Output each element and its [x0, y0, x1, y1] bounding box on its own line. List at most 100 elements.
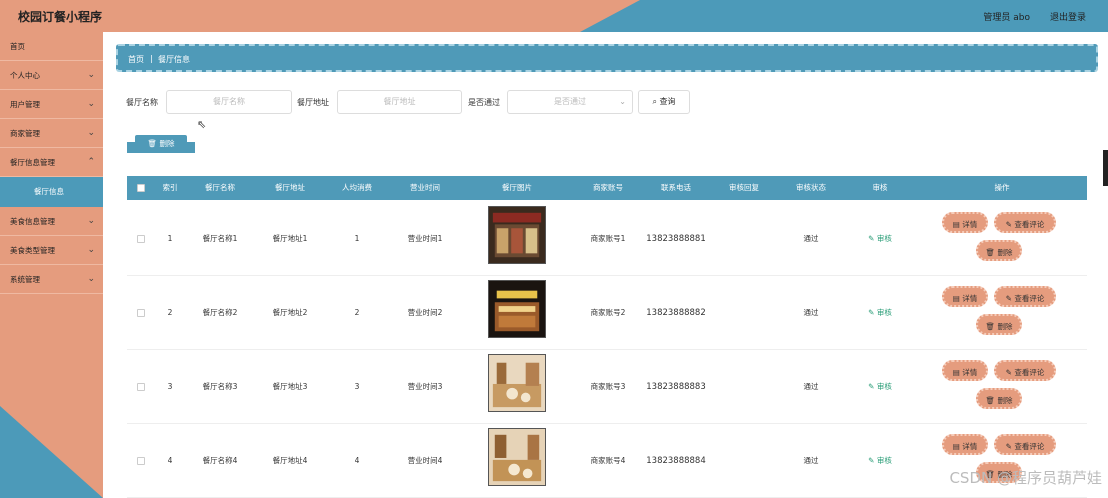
sidebar-item-merchants[interactable]: 商家管理 ⌄ [0, 119, 103, 148]
pass-select-placeholder: 是否通过 [554, 97, 586, 106]
name-search-input[interactable]: 餐厅名称 [166, 90, 292, 114]
row-checkbox[interactable] [137, 235, 145, 243]
detail-button[interactable]: ▤ 详情 [942, 286, 988, 307]
row-delete-button[interactable]: 🗑 删除 [976, 314, 1022, 335]
detail-button[interactable]: ▤ 详情 [942, 360, 988, 381]
sidebar-item-home[interactable]: 首页 [0, 32, 103, 61]
document-icon: ▤ [952, 368, 960, 377]
cell-audit-status: 通过 [803, 234, 819, 243]
cell-audit: ✎ 审核 [843, 350, 917, 424]
row-checkbox[interactable] [137, 457, 145, 465]
trash-icon: 🗑 [147, 139, 158, 148]
select-all-cell [127, 176, 155, 200]
document-icon: ▤ [952, 442, 960, 451]
cell-merchant: 商家账号1 [590, 234, 626, 243]
query-button-label: 查询 [659, 97, 676, 106]
th-avg-spend: 人均消费 [342, 183, 372, 192]
audit-link[interactable]: ✎ 审核 [868, 456, 892, 465]
view-reviews-button[interactable]: ✎ 查看评论 [994, 434, 1056, 455]
row-delete-button[interactable]: 🗑 删除 [976, 240, 1022, 261]
trash-icon: 🗑 [985, 322, 996, 331]
sidebar-item-label: 美食类型管理 [10, 246, 55, 255]
document-icon: ▤ [952, 294, 960, 303]
restaurant-image[interactable] [488, 206, 546, 264]
audit-link[interactable]: ✎ 审核 [868, 382, 892, 391]
restaurant-image[interactable] [488, 428, 546, 486]
view-reviews-button[interactable]: ✎ 查看评论 [994, 286, 1056, 307]
sidebar-subitem-restaurant-info[interactable]: 餐厅信息 [0, 177, 103, 207]
sidebar-decor-corner [0, 406, 103, 498]
detail-button[interactable]: ▤ 详情 [942, 434, 988, 455]
th-audit: 审核 [872, 183, 888, 192]
detail-button[interactable]: ▤ 详情 [942, 212, 988, 233]
table-row: 1 餐厅名称1 餐厅地址1 1 营业时间1 商家账号1 13823888881 通过 ✎ 审核 ▤… [127, 202, 1087, 276]
th-index: 索引 [162, 183, 178, 192]
row-checkbox-cell [127, 202, 155, 276]
audit-link-label: 审核 [876, 456, 892, 465]
chevron-down-icon: ⌄ [87, 128, 95, 138]
table-row: 2 餐厅名称2 餐厅地址2 2 营业时间2 商家账号2 13823888882 通过 ✎ 审核 ▤… [127, 276, 1087, 350]
name-label: 餐厅名称 [126, 98, 158, 107]
view-reviews-button[interactable]: ✎ 查看评论 [994, 212, 1056, 233]
cell-address: 餐厅地址4 [272, 456, 308, 465]
cell-phone: 13823888881 [646, 234, 706, 244]
cell-avg-spend: 3 [354, 382, 360, 391]
cell-name: 餐厅名称1 [202, 234, 238, 243]
view-reviews-button[interactable]: ✎ 查看评论 [994, 360, 1056, 381]
cell-merchant: 商家账号2 [590, 308, 626, 317]
address-search-input[interactable]: 餐厅地址 [337, 90, 462, 114]
cell-name: 餐厅名称2 [202, 308, 238, 317]
pass-select[interactable]: 是否通过 ⌄ [507, 90, 633, 114]
cell-audit-reply [709, 350, 779, 424]
cell-name: 餐厅名称3 [202, 382, 238, 391]
restaurant-image[interactable] [488, 354, 546, 412]
table-row: 4 餐厅名称4 餐厅地址4 4 营业时间4 商家账号4 13823888884 通过 ✎ 审核 ▤… [127, 424, 1087, 498]
row-delete-button[interactable]: 🗑 删除 [976, 388, 1022, 409]
row-checkbox-cell [127, 350, 155, 424]
chevron-down-icon: ⌄ [87, 216, 95, 226]
restaurant-image[interactable] [488, 280, 546, 338]
scrollbar[interactable] [1103, 150, 1108, 186]
row-checkbox-cell [127, 276, 155, 350]
th-phone: 联系电话 [661, 183, 691, 192]
table-header: 索引 餐厅名称 餐厅地址 人均消费 营业时间 餐厅图片 商家账号 联系电话 审核… [127, 176, 1087, 200]
watermark: CSDN @程序员葫芦娃 [949, 469, 1102, 487]
cell-hours: 营业时间3 [407, 382, 443, 391]
detail-button-label: 详情 [962, 442, 978, 451]
th-merchant: 商家账号 [593, 183, 623, 192]
view-reviews-button-label: 查看评论 [1014, 368, 1045, 377]
sidebar-item-food-type[interactable]: 美食类型管理 ⌄ [0, 236, 103, 265]
logout-button[interactable]: 退出登录 [1050, 10, 1086, 23]
chevron-down-icon: ⌄ [619, 97, 626, 106]
table-row: 3 餐厅名称3 餐厅地址3 3 营业时间3 商家账号3 13823888883 通过 ✎ 审核 ▤… [127, 350, 1087, 424]
cell-avg-spend: 4 [354, 456, 360, 465]
detail-button-label: 详情 [962, 294, 978, 303]
sidebar-item-profile[interactable]: 个人中心 ⌄ [0, 61, 103, 90]
audit-link-label: 审核 [876, 382, 892, 391]
header-decor-blue [640, 0, 1108, 32]
row-actions: ▤ 详情 ✎ 查看评论 🗑 删除 [917, 276, 1087, 350]
query-button[interactable]: ⌕ 查询 [638, 90, 690, 114]
audit-link[interactable]: ✎ 审核 [868, 308, 892, 317]
sidebar-item-restaurant-info[interactable]: 餐厅信息管理 ⌃ [0, 148, 103, 177]
select-all-checkbox[interactable] [137, 184, 145, 192]
sidebar-item-system[interactable]: 系统管理 ⌄ [0, 265, 103, 294]
row-checkbox[interactable] [137, 383, 145, 391]
audit-link-label: 审核 [876, 234, 892, 243]
breadcrumb-separator: | [150, 54, 153, 63]
cell-address: 餐厅地址3 [272, 382, 308, 391]
batch-delete-main[interactable]: 🗑 删除 [135, 135, 187, 153]
trash-icon: 🗑 [985, 396, 996, 405]
sidebar-item-food-info[interactable]: 美食信息管理 ⌄ [0, 207, 103, 236]
row-checkbox[interactable] [137, 309, 145, 317]
view-reviews-button-label: 查看评论 [1014, 220, 1045, 229]
cell-audit: ✎ 审核 [843, 424, 917, 498]
admin-username: 管理员 abo [983, 13, 1030, 23]
th-image: 餐厅图片 [502, 183, 532, 192]
batch-delete-button[interactable]: 🗑 删除 [127, 135, 195, 155]
audit-link[interactable]: ✎ 审核 [868, 234, 892, 243]
chevron-down-icon: ⌄ [87, 245, 95, 255]
breadcrumb-home[interactable]: 首页 [128, 54, 144, 65]
edit-icon: ✎ [868, 308, 875, 317]
sidebar-item-label: 首页 [10, 42, 25, 51]
